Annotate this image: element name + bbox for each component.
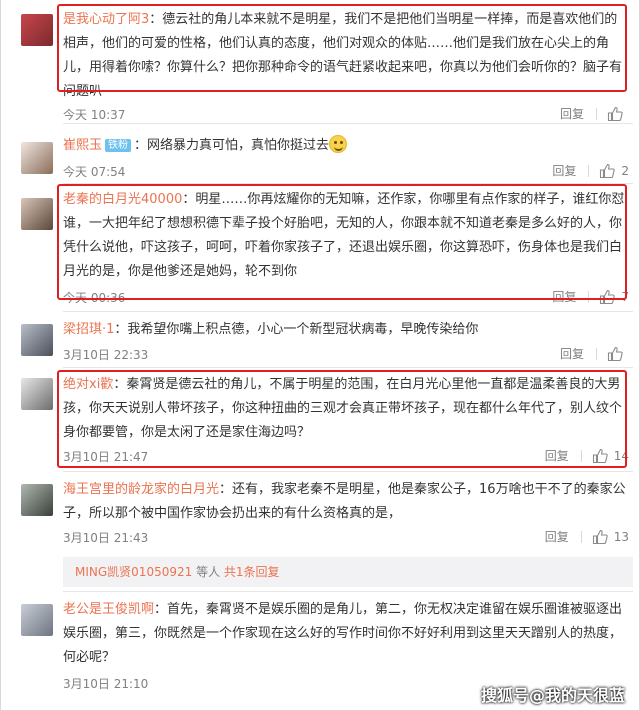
thumbs-up-icon	[607, 106, 623, 121]
comment-text: 网络暴力真可怕，真怕你挺过去	[147, 138, 330, 153]
reply-button[interactable]: 回复	[560, 345, 584, 362]
reply-summary[interactable]: MING凯贤01050921 等人 共1条回复	[63, 557, 633, 587]
highlight-box	[57, 184, 627, 300]
reply-button[interactable]: 回复	[552, 162, 576, 179]
like-button[interactable]: 13	[592, 529, 629, 545]
thumbs-up-icon	[607, 346, 623, 361]
comment-time: 3月10日 21:10	[63, 677, 149, 691]
comment-separator: ：	[219, 482, 233, 497]
highlight-box	[57, 4, 627, 92]
comment-time: 今天 10:37	[63, 108, 126, 122]
comment-username[interactable]: 海王宫里的龄龙家的白月光	[63, 482, 219, 497]
avatar[interactable]	[21, 484, 53, 516]
action-divider	[588, 164, 590, 177]
avatar[interactable]	[21, 604, 53, 636]
comment-item: 海王宫里的龄龙家的白月光：还有，我家老秦不是明星，他是秦家公子，16万啥也干不了…	[1, 472, 640, 592]
comment-separator: ：	[154, 602, 168, 617]
avatar[interactable]	[21, 324, 53, 356]
avatar[interactable]	[21, 198, 53, 230]
like-button[interactable]: 2	[599, 163, 629, 179]
like-count: 2	[621, 163, 629, 178]
watermark: 搜狐号@我的天很蓝	[480, 686, 625, 705]
highlight-box	[57, 370, 627, 468]
like-button[interactable]	[607, 106, 629, 122]
fan-badge[interactable]: 铁粉	[105, 139, 132, 152]
thumbs-up-icon	[600, 163, 616, 178]
comment-username[interactable]: 老公是王俊凯啊	[63, 602, 154, 617]
avatar[interactable]	[21, 142, 53, 174]
comment-time: 3月10日 21:43	[63, 531, 149, 545]
comment-item: 崔熙玉 铁粉 ：网络暴力真可怕，真怕你挺过去 今天 07:54 回复 2	[1, 124, 640, 184]
avatar[interactable]	[21, 14, 53, 46]
reply-summary-text: 等人	[192, 565, 224, 579]
view-replies-link[interactable]: 共1条回复	[224, 565, 280, 579]
like-button[interactable]	[607, 346, 629, 362]
reply-username[interactable]: MING凯贤01050921	[75, 565, 192, 579]
like-count: 13	[613, 529, 629, 544]
action-divider	[596, 347, 597, 360]
action-divider	[580, 530, 582, 543]
comment-text: 我希望你嘴上积点德，小心一个新型冠状病毒，早晚传染给你	[127, 322, 479, 337]
comment-list: 是我心动了阿3：德云社的角儿本来就不是明星，我们不是把他们当明星一样捧，而是喜欢…	[0, 0, 640, 710]
comment-separator: ：	[134, 138, 148, 153]
reply-button[interactable]: 回复	[545, 528, 569, 545]
action-divider	[596, 107, 597, 120]
comment-username[interactable]: 梁招琪·1	[63, 322, 114, 337]
comment-time: 3月10日 22:33	[63, 348, 149, 362]
comment-username[interactable]: 崔熙玉	[63, 138, 102, 153]
avatar[interactable]	[21, 378, 53, 410]
comment-time: 今天 07:54	[63, 165, 126, 179]
comment-separator: ：	[114, 322, 128, 337]
comment-item: 梁招琪·1：我希望你嘴上积点德，小心一个新型冠状病毒，早晚传染给你 3月10日 …	[1, 312, 640, 368]
smile-emoji-icon	[329, 135, 348, 153]
thumbs-up-icon	[592, 529, 608, 544]
reply-button[interactable]: 回复	[560, 105, 584, 122]
